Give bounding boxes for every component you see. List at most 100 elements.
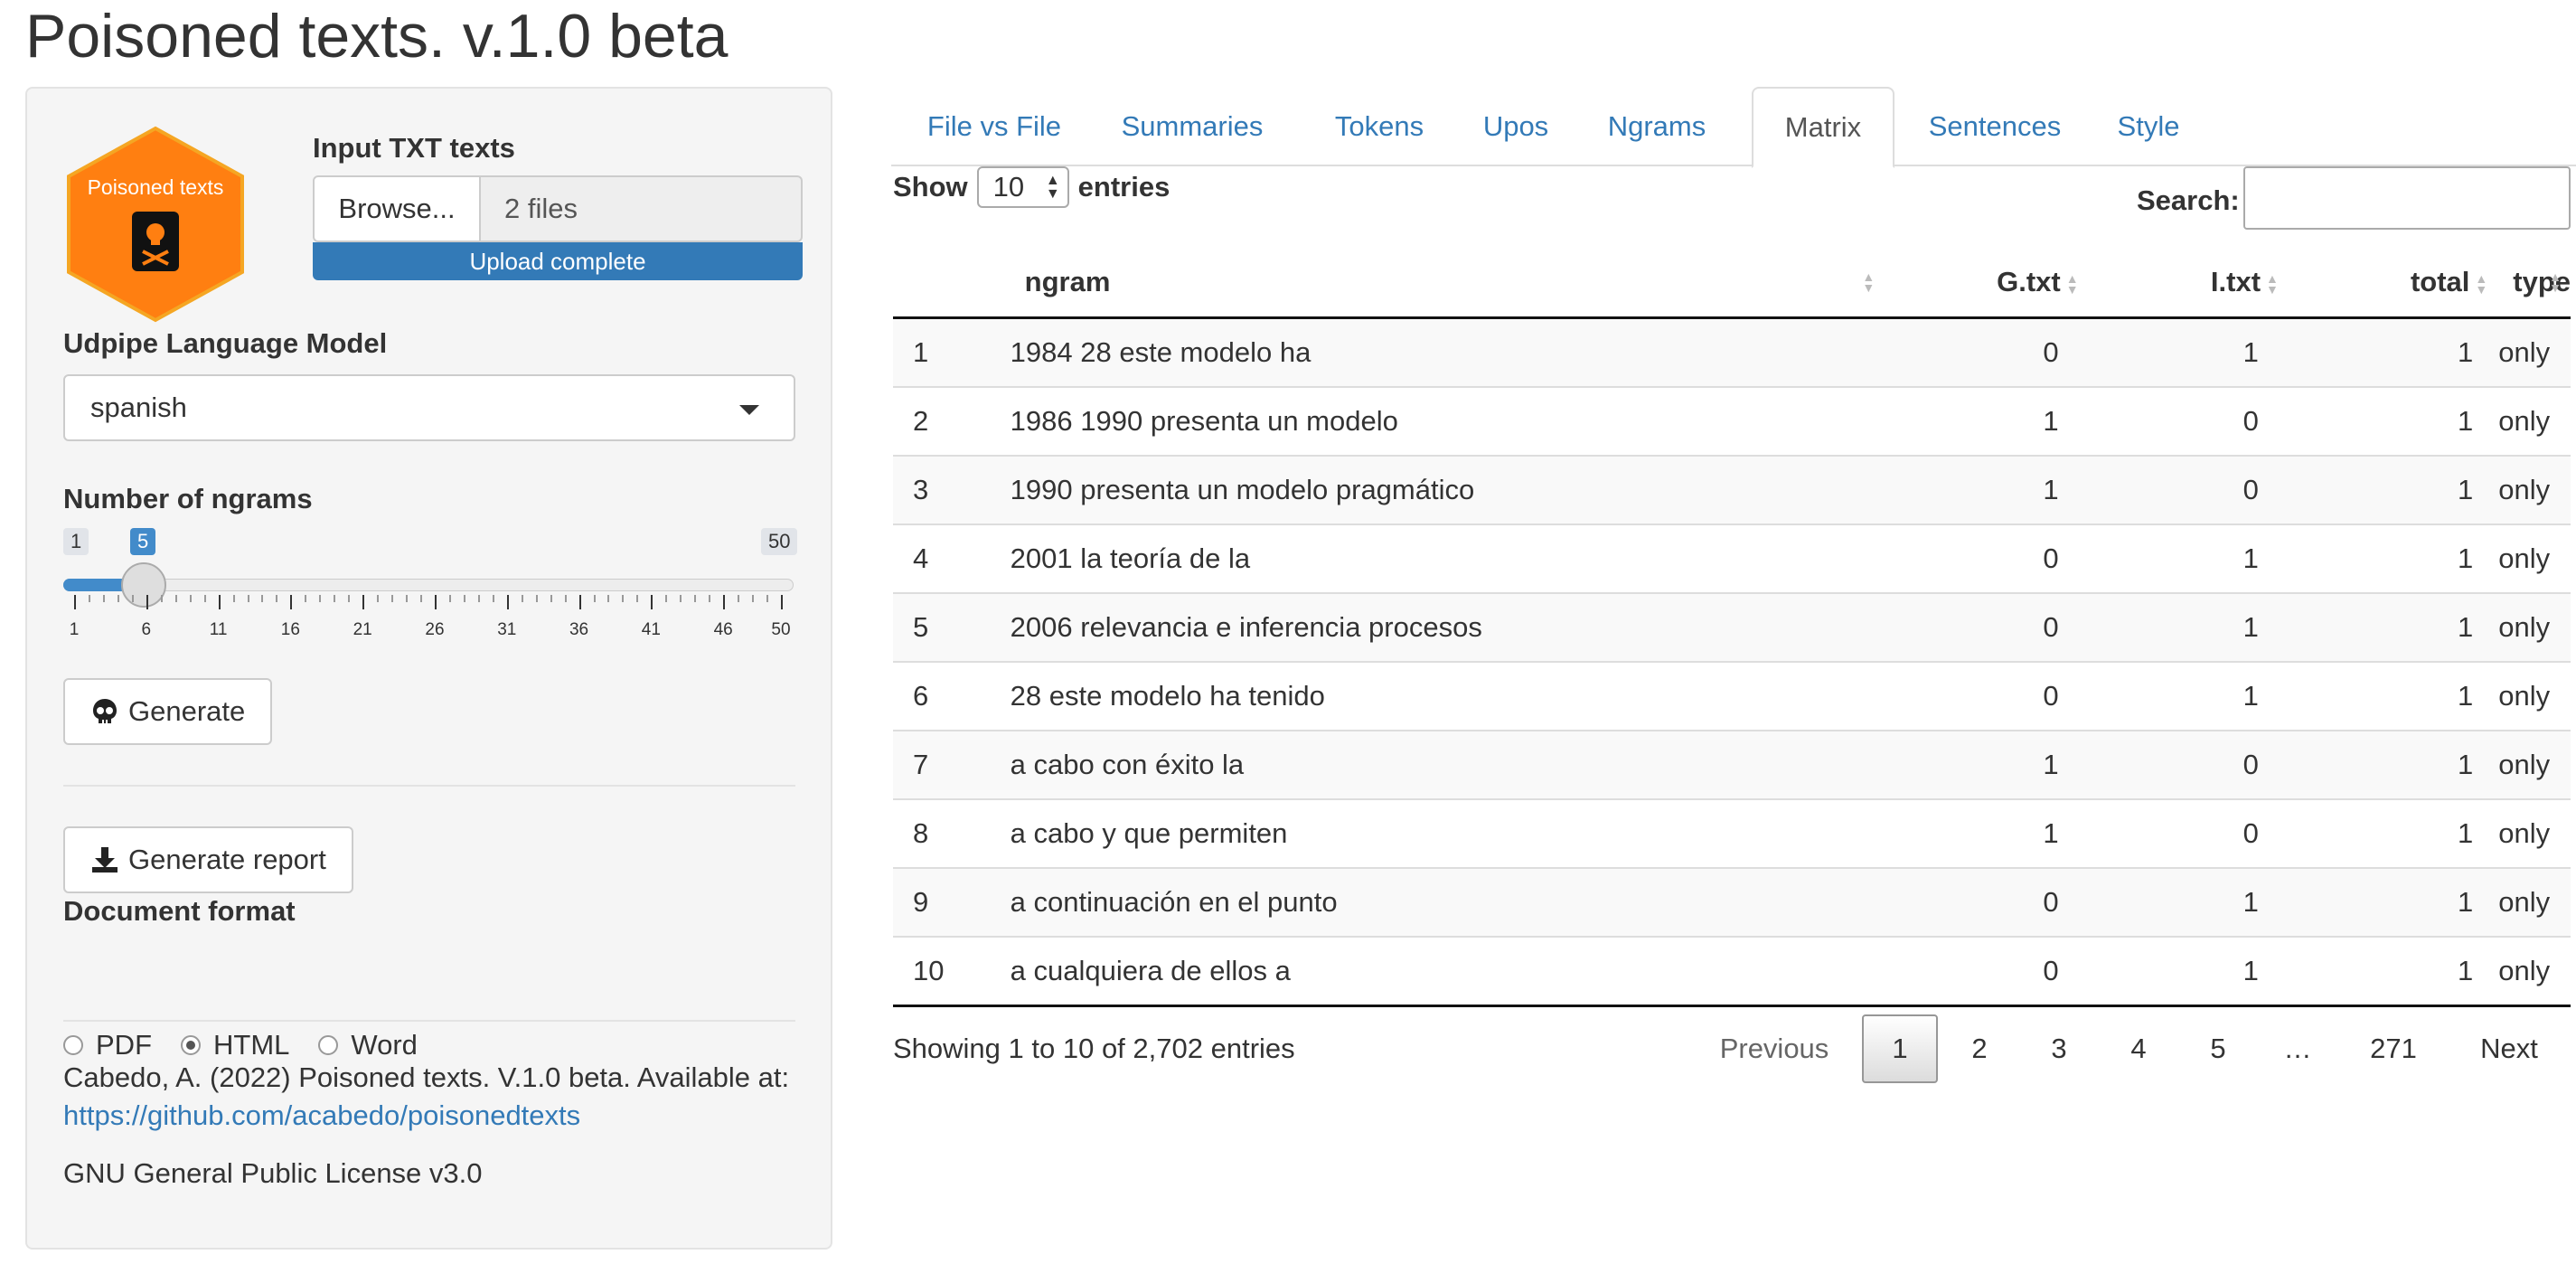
table-row[interactable]: 3 1990 presenta un modelo pragmático 1 0 1 on… — [893, 455, 2571, 524]
generate-button[interactable]: Generate — [63, 678, 273, 745]
pagination-page-current[interactable]: 1 — [1862, 1014, 1938, 1083]
cell-ngram: a cualquiera de ellos a — [1010, 936, 1890, 1007]
pagination-page[interactable]: 3 — [2021, 1014, 2097, 1083]
pagination-previous[interactable]: Previous — [1705, 1014, 1844, 1083]
radio-pdf[interactable] — [63, 1035, 83, 1055]
table-info: Showing 1 to 10 of 2,702 entries — [893, 1033, 1295, 1064]
cell-index: 2 — [893, 386, 1011, 456]
cell-g: 1 — [1889, 455, 2090, 524]
format-option-html[interactable]: HTML — [181, 1029, 289, 1061]
slider-tick — [434, 595, 437, 609]
tab-summaries[interactable]: Summaries — [1095, 87, 1289, 166]
table-row[interactable]: 4 2001 la teoría de la 0 1 1 only — [893, 524, 2571, 593]
slider-tick — [146, 595, 148, 609]
ngrams-slider-handle[interactable] — [121, 562, 166, 608]
slider-tick-label: 16 — [280, 620, 300, 639]
slider-minor-tick — [276, 595, 278, 602]
col-type-header[interactable]: type ▲ ▼ — [2498, 248, 2571, 319]
cell-type: only — [2498, 317, 2571, 387]
github-link[interactable]: https://github.com/acabedo/poisonedtexts — [63, 1099, 580, 1132]
cell-type: only — [2498, 524, 2571, 593]
sort-icon: ▲ ▼ — [1862, 269, 1876, 295]
table-row[interactable]: 7a cabo con éxito la 1 0 1 only — [893, 730, 2571, 799]
slider-tick — [578, 595, 581, 609]
slider-minor-tick — [550, 595, 552, 602]
table-row[interactable]: 8a cabo y que permiten 1 0 1 only — [893, 798, 2571, 868]
pagination-page[interactable]: 4 — [2101, 1014, 2176, 1083]
pagination-page[interactable]: 2 — [1941, 1014, 2017, 1083]
slider-minor-tick — [752, 595, 755, 602]
svg-text:Poisoned texts: Poisoned texts — [88, 175, 224, 199]
generate-report-button[interactable]: Generate report — [63, 826, 353, 893]
entries-select[interactable]: 10 ▲ ▼ — [976, 166, 1069, 208]
col-g-header[interactable]: G.txt ▲ ▼ — [1889, 248, 2090, 319]
language-model-select[interactable]: spanish — [63, 374, 795, 441]
table-header-row: ngram ▲ ▼ G.txt ▲ ▼ I.txt ▲ ▼ total ▲ ▼ type ▲ ▼ — [893, 248, 2571, 319]
table-row[interactable]: 10 a cualquiera de ellos a 0 1 1 only — [893, 936, 2571, 1007]
tab-style[interactable]: Style — [2097, 87, 2200, 166]
slider-minor-tick — [463, 595, 465, 602]
cell-type: only — [2498, 867, 2571, 937]
cell-total: 1 — [2289, 730, 2499, 799]
slider-value-label: 5 — [130, 528, 156, 555]
slider-minor-tick — [189, 595, 192, 602]
search-input[interactable] — [2243, 166, 2571, 230]
col-index-header[interactable] — [893, 248, 1011, 319]
pagination-next[interactable]: Next — [2453, 1014, 2565, 1083]
table-row[interactable]: 2 1986 1990 presenta un modelo 1 0 1 only — [893, 386, 2571, 456]
radio-html[interactable] — [181, 1035, 201, 1055]
slider-tick — [723, 595, 726, 609]
file-input[interactable]: Browse... 2 files — [313, 175, 803, 242]
slider-minor-tick — [174, 595, 177, 602]
tab-sentences[interactable]: Sentences — [1920, 87, 2070, 166]
cell-type: only — [2498, 455, 2571, 524]
cell-total: 1 — [2289, 936, 2499, 1007]
slider-tick-label: 46 — [713, 620, 733, 639]
slider-minor-tick — [406, 595, 409, 602]
pagination-page-last[interactable]: 271 — [2350, 1014, 2437, 1083]
entries-value: 10 — [992, 171, 1025, 203]
ngrams-slider-track[interactable] — [63, 579, 794, 591]
slider-tick-label: 41 — [641, 620, 661, 639]
col-g-label: G.txt — [1997, 266, 2061, 297]
updown-arrows-icon: ▲ ▼ — [1045, 173, 1060, 202]
file-name-field[interactable]: 2 files — [481, 175, 803, 242]
radio-word[interactable] — [318, 1035, 339, 1055]
format-option-pdf[interactable]: PDF — [63, 1029, 152, 1061]
table-row[interactable]: 1 1984 28 este modelo ha 0 1 1 only — [893, 317, 2571, 387]
slider-minor-tick — [102, 595, 105, 602]
col-ngram-header[interactable]: ngram ▲ ▼ — [1010, 248, 1890, 319]
browse-button[interactable]: Browse... — [313, 175, 481, 242]
format-option-word[interactable]: Word — [318, 1029, 418, 1061]
cell-total: 1 — [2289, 798, 2499, 868]
slider-minor-tick — [88, 595, 90, 602]
cell-ngram: 28 este modelo ha tenido — [1010, 661, 1890, 731]
col-total-header[interactable]: total ▲ ▼ — [2289, 248, 2499, 319]
col-ngram-label: ngram — [1024, 266, 1111, 297]
cell-i: 0 — [2089, 798, 2289, 868]
document-format-label: Document format — [63, 895, 296, 927]
skull-icon — [93, 699, 117, 723]
slider-tick — [74, 595, 76, 609]
slider-minor-tick — [607, 595, 610, 602]
slider-minor-tick — [738, 595, 740, 602]
input-texts-label: Input TXT texts — [313, 132, 515, 164]
col-i-header[interactable]: I.txt ▲ ▼ — [2089, 248, 2289, 319]
tab-ngrams[interactable]: Ngrams — [1591, 87, 1723, 166]
cell-total: 1 — [2289, 317, 2499, 387]
pagination-page[interactable]: 5 — [2180, 1014, 2256, 1083]
cell-g: 0 — [1889, 317, 2090, 387]
table-row[interactable]: 5 2006 relevancia e inferencia procesos 0 1… — [893, 592, 2571, 662]
table-row[interactable]: 9a continuación en el punto 0 1 1 only — [893, 867, 2571, 937]
cell-i: 0 — [2089, 455, 2289, 524]
slider-min-label: 1 — [63, 528, 89, 555]
table-row[interactable]: 6 28 este modelo ha tenido 0 1 1 only — [893, 661, 2571, 731]
tab-file-vs-file[interactable]: File vs File — [926, 87, 1063, 166]
slider-minor-tick — [391, 595, 394, 602]
cell-g: 1 — [1889, 386, 2090, 456]
slider-minor-tick — [232, 595, 235, 602]
language-model-value: spanish — [90, 391, 187, 423]
tab-matrix[interactable]: Matrix — [1752, 87, 1894, 168]
tab-tokens[interactable]: Tokens — [1316, 87, 1443, 166]
tab-upos[interactable]: Upos — [1468, 87, 1564, 166]
